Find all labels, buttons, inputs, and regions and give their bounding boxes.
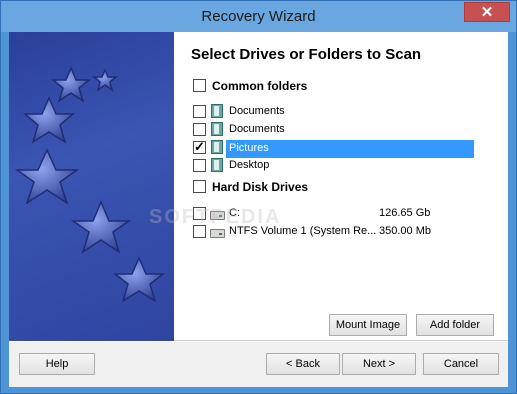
close-button[interactable]: ✕ <box>464 2 510 22</box>
hard-disk-drives-checkbox[interactable] <box>193 180 206 193</box>
folder-checkbox[interactable] <box>193 105 206 118</box>
drive-size: 350.00 Mb <box>379 225 431 237</box>
folder-label: Documents <box>229 123 285 135</box>
star-icon <box>22 96 76 144</box>
wizard-client-area: Select Drives or Folders to Scan Common … <box>9 32 508 387</box>
mount-image-button[interactable]: Mount Image <box>329 314 407 336</box>
window-title: Recovery Wizard <box>201 8 316 25</box>
help-button[interactable]: Help <box>19 353 95 375</box>
folder-label: Desktop <box>229 159 270 171</box>
documents-folder-icon <box>211 104 223 118</box>
star-icon <box>91 68 119 92</box>
folder-label: Pictures <box>229 142 269 154</box>
star-icon <box>14 148 80 205</box>
watermark: SOFTPEDIA <box>149 206 282 228</box>
desktop-folder-icon <box>211 158 223 172</box>
hard-drive-icon <box>210 229 225 238</box>
back-button[interactable]: < Back <box>266 353 340 375</box>
page-heading: Select Drives or Folders to Scan <box>191 46 422 63</box>
common-folders-label: Common folders <box>212 79 308 93</box>
folder-label: Documents <box>229 105 285 117</box>
title-bar[interactable]: Recovery Wizard ✕ <box>1 1 516 32</box>
decorative-side-panel <box>9 32 174 341</box>
pictures-folder-icon <box>211 140 223 154</box>
recovery-wizard-window: Recovery Wizard ✕ Select Drives or Folde… <box>0 0 517 394</box>
stars-illustration-icon <box>14 66 166 303</box>
common-folders-checkbox[interactable] <box>193 79 206 92</box>
folder-checkbox[interactable] <box>193 159 206 172</box>
add-folder-button[interactable]: Add folder <box>416 314 494 336</box>
folder-checkbox[interactable] <box>193 139 206 155</box>
separator <box>9 341 508 342</box>
wizard-content: Select Drives or Folders to Scan Common … <box>9 32 508 341</box>
star-icon <box>112 256 166 303</box>
cancel-button[interactable]: Cancel <box>423 353 499 375</box>
star-icon <box>70 200 132 254</box>
folder-checkbox[interactable] <box>193 123 206 136</box>
hard-disk-drives-label: Hard Disk Drives <box>212 180 309 194</box>
next-button[interactable]: Next > <box>342 353 416 375</box>
drive-size: 126.65 Gb <box>379 207 431 219</box>
documents-folder-icon <box>211 122 223 136</box>
star-icon <box>50 66 92 103</box>
